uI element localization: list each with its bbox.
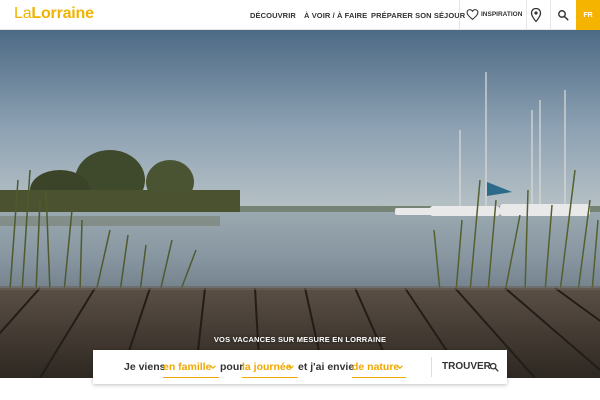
nav-item-decouvrir[interactable]: DÉCOUVRIR — [250, 11, 296, 20]
search-icon[interactable] — [489, 362, 499, 372]
site-logo[interactable]: LaLorraine — [14, 5, 94, 23]
finder-divider — [431, 357, 432, 377]
language-selector[interactable]: FR — [576, 0, 600, 30]
logo-main: Lorraine — [31, 5, 94, 22]
hero-image — [0, 30, 600, 378]
location-pin-icon[interactable] — [530, 8, 542, 22]
search-icon[interactable] — [557, 9, 569, 21]
nav-item-a-voir-a-faire[interactable]: À VOIR / À FAIRE — [304, 11, 367, 20]
heart-icon — [466, 9, 479, 21]
chevron-down-icon[interactable] — [396, 363, 404, 371]
nav-item-preparer-son-sejour[interactable]: PRÉPARER SON SÉJOUR — [371, 11, 465, 20]
find-button[interactable]: TROUVER — [442, 361, 491, 372]
inspiration-label: INSPIRATION — [481, 11, 523, 18]
chevron-down-icon[interactable] — [209, 363, 217, 371]
finder-text-2: pour — [220, 361, 244, 373]
chevron-down-icon[interactable] — [287, 363, 295, 371]
inspiration-button[interactable]: INSPIRATION — [460, 0, 526, 30]
finder-text-3: et j'ai envie — [298, 361, 355, 373]
trip-finder-bar: Je viens en famille pour la journée et j… — [93, 350, 507, 384]
nav-divider — [526, 0, 527, 30]
logo-prefix: La — [14, 5, 32, 22]
nav-divider — [550, 0, 551, 30]
site-header: LaLorraine DÉCOUVRIR À VOIR / À FAIRE PR… — [0, 0, 600, 30]
finder-text-1: Je viens — [124, 361, 166, 373]
hero-tagline: VOS VACANCES SUR MESURE EN LORRAINE — [213, 335, 387, 344]
